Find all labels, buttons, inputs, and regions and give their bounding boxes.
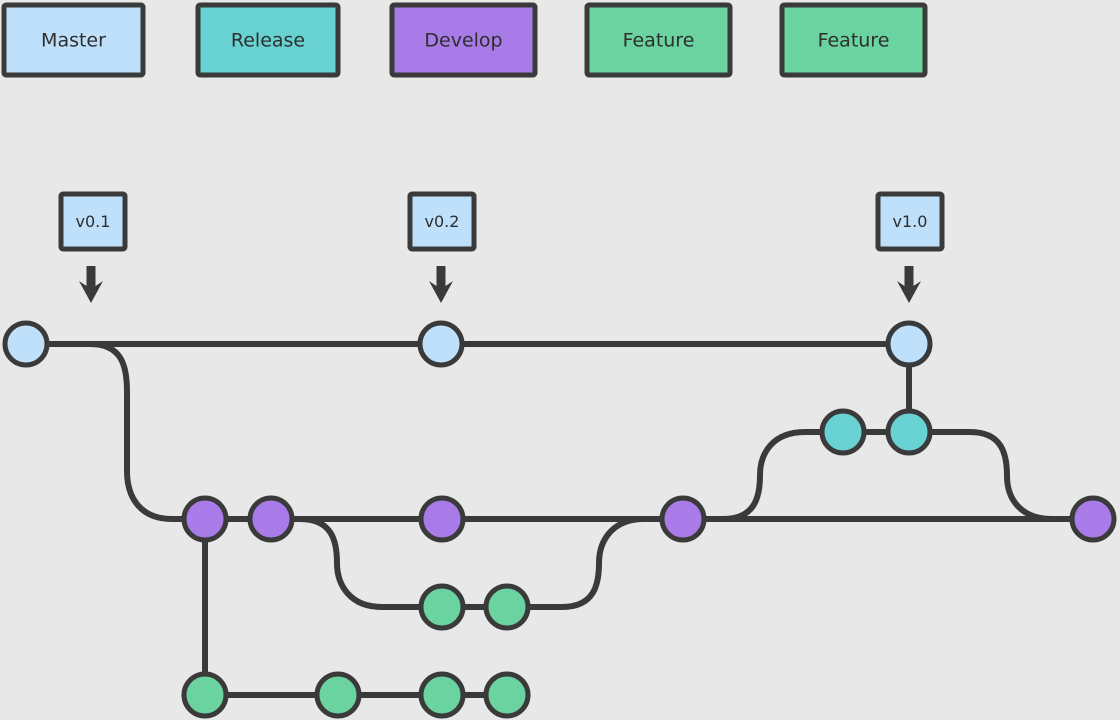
- legend-item-release-1[interactable]: Release: [195, 2, 341, 78]
- legend-item-label: Feature: [623, 30, 695, 52]
- commit-node-r1[interactable]: [819, 408, 867, 456]
- commit-node-m2[interactable]: [417, 320, 465, 368]
- commit-node-g4[interactable]: [483, 671, 531, 719]
- legend-item-label: Master: [41, 30, 106, 52]
- commit-node-d1[interactable]: [181, 495, 229, 543]
- commit-node-f2[interactable]: [483, 583, 531, 631]
- legend-item-feature-4[interactable]: Feature: [779, 2, 928, 78]
- commit-node-d5[interactable]: [1069, 495, 1117, 543]
- tag-label: v0.1: [76, 212, 111, 231]
- commit-node-g1[interactable]: [181, 671, 229, 719]
- commit-node-g2[interactable]: [314, 671, 362, 719]
- legend-item-develop-2[interactable]: Develop: [389, 2, 538, 78]
- legend-item-label: Release: [231, 30, 305, 52]
- commit-node-f1[interactable]: [418, 583, 466, 631]
- tag-label: v0.2: [425, 212, 460, 231]
- branch-legend: Master Release Develop Feature Feature: [1, 2, 928, 78]
- commit-node-d2[interactable]: [247, 495, 295, 543]
- commit-node-r2[interactable]: [885, 408, 933, 456]
- git-branching-diagram: Master Release Develop Feature Feature v0.1 v…: [0, 0, 1120, 720]
- commit-node-d4[interactable]: [659, 495, 707, 543]
- legend-item-feature-3[interactable]: Feature: [584, 2, 733, 78]
- legend-item-label: Feature: [818, 30, 890, 52]
- legend-item-master-0[interactable]: Master: [1, 2, 146, 78]
- commit-node-m3[interactable]: [885, 320, 933, 368]
- commit-node-d3[interactable]: [418, 495, 466, 543]
- legend-item-label: Develop: [424, 30, 502, 52]
- diagram-background: [0, 0, 1120, 720]
- commit-node-m1[interactable]: [2, 320, 50, 368]
- commit-node-g3[interactable]: [418, 671, 466, 719]
- tag-label: v1.0: [893, 212, 928, 231]
